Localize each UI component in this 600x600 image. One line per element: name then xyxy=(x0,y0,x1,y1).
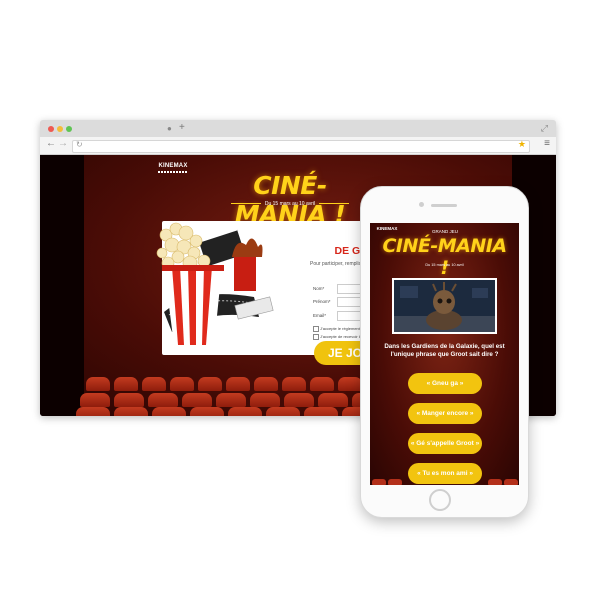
popcorn-illustration xyxy=(156,222,274,345)
phone-camera xyxy=(419,202,424,207)
firstname-label: Prénom* xyxy=(313,299,331,304)
panel-intro-text: Pour participer, rempliss xyxy=(310,261,364,267)
groot-movie-image xyxy=(392,278,497,334)
mobile-subtitle: GRAND JEU xyxy=(431,229,458,234)
back-arrow-icon[interactable]: ← xyxy=(46,138,56,149)
address-bar[interactable]: ↻ ★ xyxy=(72,139,530,153)
browser-toolbar: ← → ↻ ★ ≡ xyxy=(40,137,556,155)
quiz-question: Dans les Gardiens de la Galaxie, quel es… xyxy=(384,343,505,358)
accept-rules-label: J'accepte le règlement xyxy=(320,326,360,331)
minimize-window-button[interactable] xyxy=(57,126,63,132)
answer-button-4[interactable]: « Tu es mon ami » xyxy=(408,463,482,484)
mobile-title: CINÉ-MANIA ! xyxy=(382,235,507,279)
answer-button-3[interactable]: « Gé s'appelle Groot » xyxy=(408,433,482,454)
phone-mockup: KINEMAX GRAND JEU CINÉ-MANIA ! Du 15 mar… xyxy=(360,186,529,518)
phone-speaker xyxy=(431,204,457,207)
answer-button-2[interactable]: « Manger encore » xyxy=(408,403,482,424)
kinemax-logo: KINEMAX xyxy=(158,163,188,173)
lastname-label: Nom* xyxy=(313,286,325,291)
accept-newsletter-label: J'accepte de recevoir le xyxy=(320,334,362,339)
bookmark-star-icon[interactable]: ★ xyxy=(518,139,526,150)
phone-home-button[interactable] xyxy=(429,489,451,511)
accept-newsletter-checkbox[interactable] xyxy=(313,334,319,340)
mobile-kinemax-logo: KINEMAX xyxy=(376,226,398,231)
forward-arrow-icon[interactable]: → xyxy=(58,138,68,149)
fullscreen-icon[interactable]: ⤢ xyxy=(541,123,548,134)
phone-screen: KINEMAX GRAND JEU CINÉ-MANIA ! Du 15 mar… xyxy=(370,223,519,485)
tab-close-icon[interactable]: ● xyxy=(167,124,172,133)
close-window-button[interactable] xyxy=(48,126,54,132)
maximize-window-button[interactable] xyxy=(66,126,72,132)
mobile-dates: Du 15 mars au 10 avril xyxy=(425,263,464,267)
contest-dates: Du 15 mars au 10 avril xyxy=(220,201,360,207)
groot-illustration xyxy=(394,280,495,332)
browser-titlebar: ● + ⤢ xyxy=(40,120,556,137)
accept-rules-checkbox[interactable] xyxy=(313,326,319,332)
browser-menu-icon[interactable]: ≡ xyxy=(544,138,550,149)
reload-icon[interactable]: ↻ xyxy=(76,140,83,149)
email-label: Email* xyxy=(313,313,327,318)
new-tab-icon[interactable]: + xyxy=(179,122,185,133)
answer-button-1[interactable]: « Gneu ga » xyxy=(408,373,482,394)
left-dark-strip xyxy=(40,155,84,416)
